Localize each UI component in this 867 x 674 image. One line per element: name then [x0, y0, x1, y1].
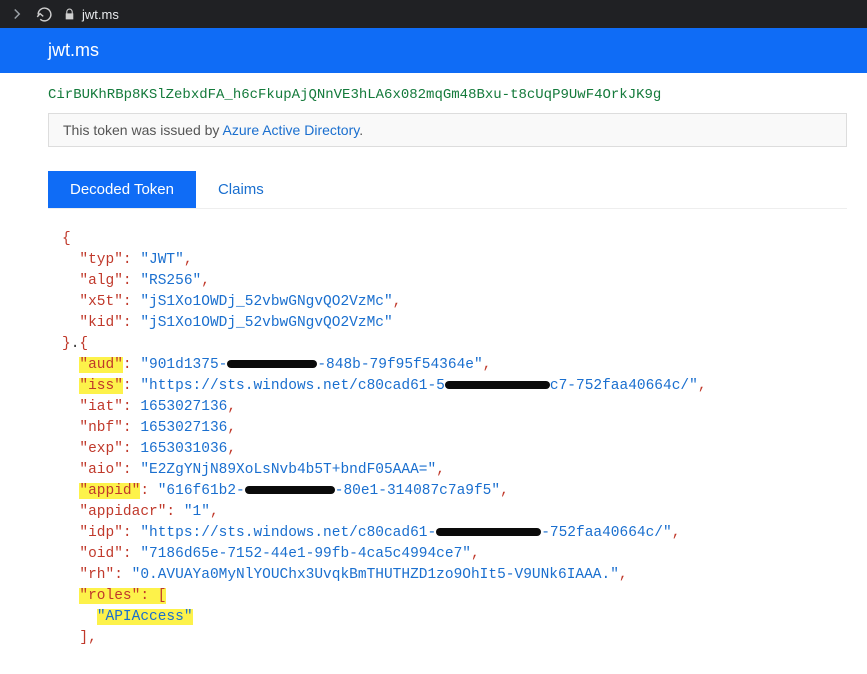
json-val-nbf: 1653027136	[140, 420, 227, 436]
json-key-rh: "rh"	[79, 567, 114, 583]
issuer-notice-prefix: This token was issued by	[63, 122, 223, 138]
forward-icon[interactable]	[8, 5, 26, 23]
json-val-appid-2: -80e1-314087c7a9f5"	[335, 483, 500, 499]
tab-claims[interactable]: Claims	[196, 171, 286, 208]
json-val-roles-0: "APIAccess"	[97, 609, 193, 625]
json-key-roles: "roles"	[79, 588, 140, 604]
json-key-nbf: "nbf"	[79, 420, 123, 436]
issuer-notice-suffix: .	[359, 122, 363, 138]
encoded-token-text: CirBUKhRBp8KSlZebxdFA_h6cFkupAjQNnVE3hLA…	[48, 73, 847, 113]
json-val-aud-1: "901d1375-	[140, 357, 227, 373]
json-key-kid: "kid"	[79, 315, 123, 331]
redacted-mark	[436, 528, 541, 536]
json-key-typ: "typ"	[79, 252, 123, 268]
json-key-iat: "iat"	[79, 399, 123, 415]
json-val-appid-1: "616f61b2-	[158, 483, 245, 499]
json-key-x5t: "x5t"	[79, 294, 123, 310]
json-key-exp: "exp"	[79, 441, 123, 457]
json-val-idp-1: "https://sts.windows.net/c80cad61-	[140, 525, 436, 541]
redacted-mark	[445, 381, 550, 389]
json-val-aud-2: -848b-79f95f54364e"	[317, 357, 482, 373]
json-val-iss-1: "https://sts.windows.net/c80cad61-5	[140, 378, 445, 394]
browser-top-bar: jwt.ms	[0, 0, 867, 28]
address-bar[interactable]: jwt.ms	[63, 2, 121, 26]
json-key-idp: "idp"	[79, 525, 123, 541]
json-val-appidacr: "1"	[184, 504, 210, 520]
decoded-json: { "typ": "JWT", "alg": "RS256", "x5t": "…	[48, 209, 847, 649]
redacted-mark	[245, 486, 335, 494]
json-val-aio: "E2ZgYNjN89XoLsNvb4b5T+bndF05AAA="	[140, 462, 436, 478]
issuer-notice: This token was issued by Azure Active Di…	[48, 113, 847, 147]
issuer-link[interactable]: Azure Active Directory	[223, 122, 360, 138]
json-val-kid: "jS1Xo1OWDj_52vbwGNgvQO2VzMc"	[140, 315, 392, 331]
json-val-exp: 1653031036	[140, 441, 227, 457]
json-key-aio: "aio"	[79, 462, 123, 478]
json-val-iss-2: c7-752faa40664c/"	[550, 378, 698, 394]
json-val-x5t: "jS1Xo1OWDj_52vbwGNgvQO2VzMc"	[140, 294, 392, 310]
json-val-alg: "RS256"	[140, 273, 201, 289]
json-key-appid: "appid"	[79, 483, 140, 499]
json-key-iss: "iss"	[79, 378, 123, 394]
redacted-mark	[227, 360, 317, 368]
json-val-iat: 1653027136	[140, 399, 227, 415]
json-key-oid: "oid"	[79, 546, 123, 562]
main-content: CirBUKhRBp8KSlZebxdFA_h6cFkupAjQNnVE3hLA…	[0, 73, 867, 649]
json-val-rh: "0.AVUAYa0MyNlYOUChx3UvqkBmTHUTHZD1zo9Oh…	[132, 567, 619, 583]
json-key-aud: "aud"	[79, 357, 123, 373]
address-url: jwt.ms	[82, 7, 119, 22]
json-key-alg: "alg"	[79, 273, 123, 289]
json-val-typ: "JWT"	[140, 252, 184, 268]
json-key-appidacr: "appidacr"	[79, 504, 166, 520]
app-title: jwt.ms	[0, 28, 867, 73]
lock-icon	[63, 8, 76, 21]
tabs: Decoded Token Claims	[48, 171, 847, 209]
tab-decoded-token[interactable]: Decoded Token	[48, 171, 196, 208]
json-val-oid: "7186d65e-7152-44e1-99fb-4ca5c4994ce7"	[140, 546, 471, 562]
reload-icon[interactable]	[36, 6, 53, 23]
json-val-idp-2: -752faa40664c/"	[541, 525, 672, 541]
